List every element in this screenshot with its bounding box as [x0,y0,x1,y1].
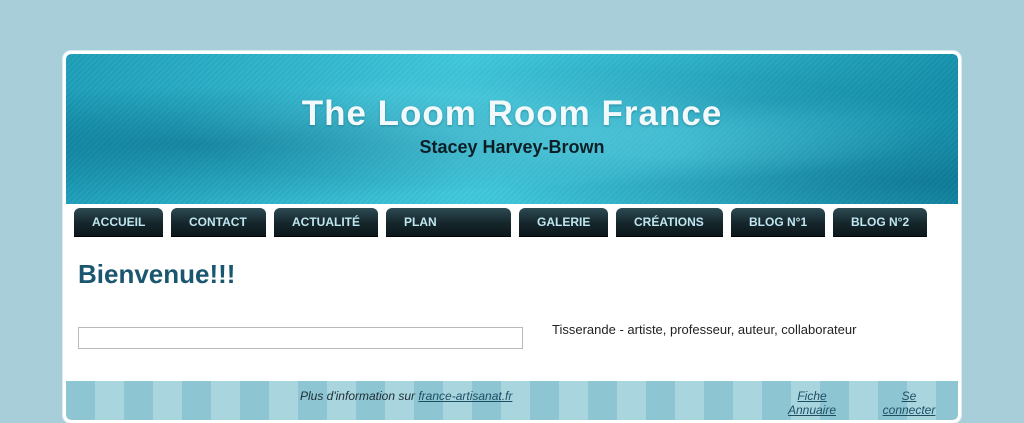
login-line1: Se [901,389,917,403]
page-container: The Loom Room France Stacey Harvey-Brown… [63,51,961,423]
content-image-frame [78,327,523,349]
intro-description: Tisserande - artiste, professeur, auteur… [552,322,857,337]
nav-item-accueil[interactable]: ACCUEIL [74,208,163,237]
login-link[interactable]: Se connecter [874,389,944,417]
login-line2: connecter [882,403,936,417]
site-header-banner: The Loom Room France Stacey Harvey-Brown [66,54,958,204]
nav-item-blog-2[interactable]: BLOG N°2 [833,208,927,237]
main-navigation: ACCUEIL CONTACT ACTUALITÉ PLAN GALERIE C… [74,208,954,238]
nav-item-actualite[interactable]: ACTUALITÉ [274,208,378,237]
footer-info: Plus d'information sur france-artisanat.… [300,389,512,403]
footer-info-prefix: Plus d'information sur [300,389,419,403]
nav-item-blog-1[interactable]: BLOG N°1 [731,208,825,237]
france-artisanat-link[interactable]: france-artisanat.fr [418,389,512,403]
nav-item-plan[interactable]: PLAN [386,208,511,237]
nav-item-creations[interactable]: CRÉATIONS [616,208,723,237]
nav-item-contact[interactable]: CONTACT [171,208,266,237]
page-heading: Bienvenue!!! [78,259,236,289]
site-footer: Plus d'information sur france-artisanat.… [66,381,958,420]
site-title: The Loom Room France [301,94,723,133]
nav-item-galerie[interactable]: GALERIE [519,208,608,237]
fiche-annuaire-line2: Annuaire [787,403,837,417]
fiche-annuaire-link[interactable]: Fiche Annuaire [782,389,842,417]
site-subtitle: Stacey Harvey-Brown [419,137,605,157]
fiche-annuaire-line1: Fiche [797,389,827,403]
